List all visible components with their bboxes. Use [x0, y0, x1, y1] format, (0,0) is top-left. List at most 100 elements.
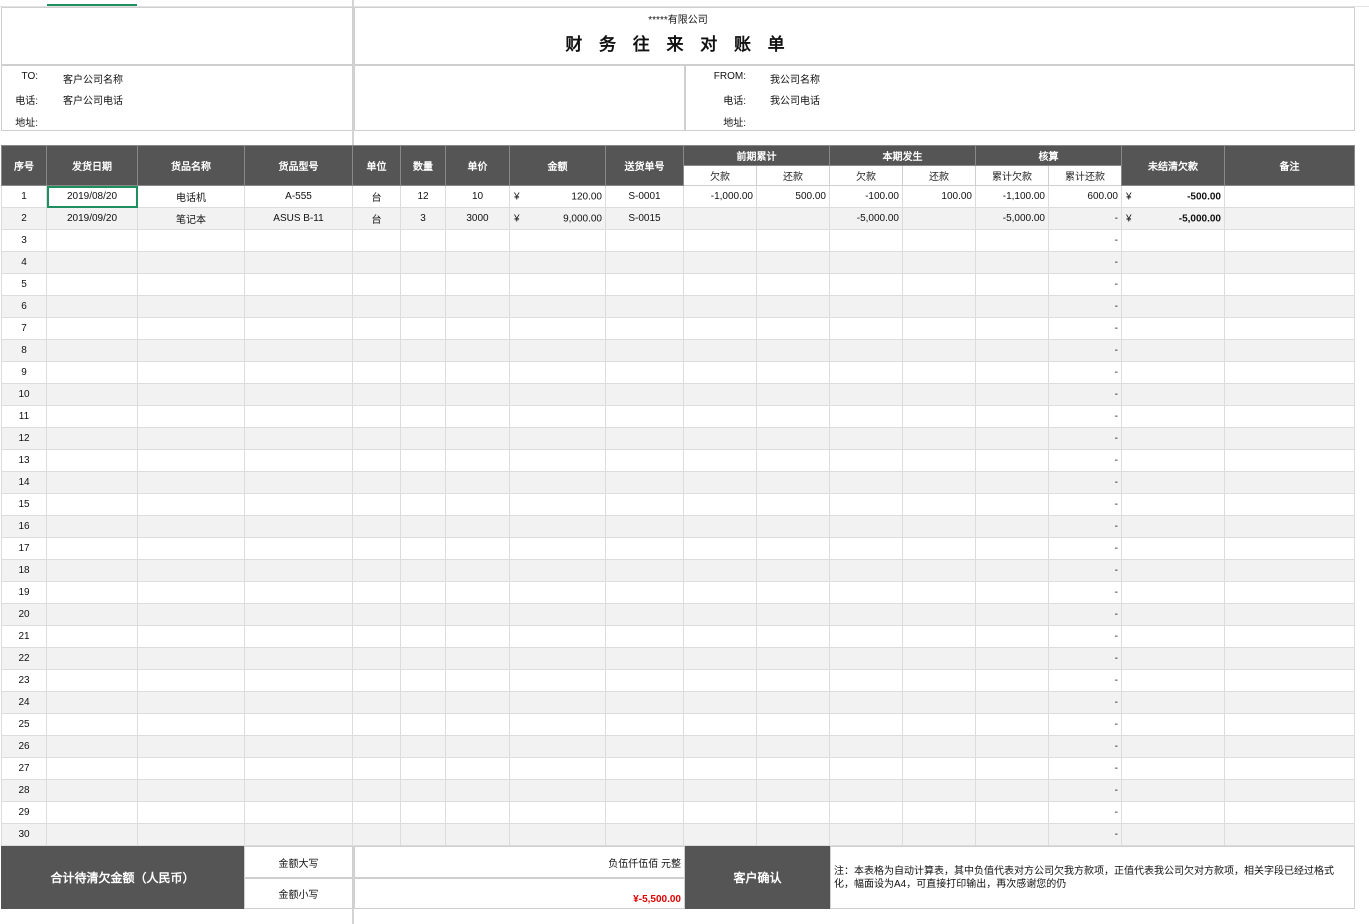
- cell-delivery-no[interactable]: [605, 559, 684, 582]
- cell-prev-pay[interactable]: [756, 339, 830, 362]
- cell-cur-owe[interactable]: [829, 735, 903, 758]
- cell-model[interactable]: [244, 537, 353, 560]
- cell-remark[interactable]: [1224, 779, 1355, 802]
- cell-name[interactable]: [137, 757, 245, 780]
- cell-outstanding[interactable]: [1121, 603, 1225, 626]
- cell-prev-pay[interactable]: [756, 823, 830, 846]
- cell-remark[interactable]: [1224, 713, 1355, 736]
- col-header-cur-pay[interactable]: 还款: [902, 165, 976, 186]
- cell-unit[interactable]: [352, 229, 401, 252]
- to-info-box[interactable]: [1, 65, 353, 131]
- cell-prev-pay[interactable]: [756, 207, 830, 230]
- cell-outstanding[interactable]: [1121, 405, 1225, 428]
- cell-delivery-no[interactable]: [605, 647, 684, 670]
- middle-info-box[interactable]: [354, 65, 685, 131]
- cell-prev-owe[interactable]: [683, 493, 757, 516]
- cell-date[interactable]: [46, 647, 138, 670]
- cell-qty[interactable]: [400, 295, 446, 318]
- cell-name[interactable]: [137, 603, 245, 626]
- cell-prev-pay[interactable]: [756, 691, 830, 714]
- cell-name[interactable]: [137, 361, 245, 384]
- cell-unit[interactable]: [352, 361, 401, 384]
- cell-name[interactable]: [137, 625, 245, 648]
- cell-cur-pay[interactable]: [902, 713, 976, 736]
- cell-seq[interactable]: 28: [1, 779, 47, 802]
- cell-prev-pay[interactable]: [756, 581, 830, 604]
- cell-cur-pay[interactable]: [902, 405, 976, 428]
- cell-model[interactable]: [244, 757, 353, 780]
- cell-price[interactable]: [445, 383, 510, 406]
- cell-name[interactable]: [137, 713, 245, 736]
- cell-prev-owe[interactable]: [683, 669, 757, 692]
- cell-cur-pay[interactable]: [902, 317, 976, 340]
- cell-amount[interactable]: [509, 537, 606, 560]
- cell-price[interactable]: [445, 361, 510, 384]
- cell-seq[interactable]: 2: [1, 207, 47, 230]
- cell-prev-pay[interactable]: [756, 427, 830, 450]
- cell-qty[interactable]: [400, 273, 446, 296]
- cell-name[interactable]: [137, 801, 245, 824]
- cell-cur-owe[interactable]: -5,000.00: [829, 207, 903, 230]
- cell-seq[interactable]: 26: [1, 735, 47, 758]
- cell-seq[interactable]: 23: [1, 669, 47, 692]
- cell-remark[interactable]: [1224, 295, 1355, 318]
- cell-delivery-no[interactable]: [605, 801, 684, 824]
- cell-remark[interactable]: [1224, 361, 1355, 384]
- cell-prev-owe[interactable]: [683, 273, 757, 296]
- col-header-seq[interactable]: 序号: [1, 145, 47, 186]
- cell-seq[interactable]: 29: [1, 801, 47, 824]
- cell-outstanding[interactable]: [1121, 361, 1225, 384]
- cell-model[interactable]: [244, 383, 353, 406]
- cell-outstanding[interactable]: [1121, 559, 1225, 582]
- cell-check-owe[interactable]: [975, 779, 1049, 802]
- cell-amount[interactable]: [509, 405, 606, 428]
- cell-amount[interactable]: [509, 295, 606, 318]
- cell-outstanding[interactable]: ¥ -500.00: [1121, 185, 1225, 208]
- cell-prev-pay[interactable]: [756, 713, 830, 736]
- cell-date[interactable]: [46, 273, 138, 296]
- cell-model[interactable]: [244, 317, 353, 340]
- cell-date[interactable]: [46, 823, 138, 846]
- cell-seq[interactable]: 24: [1, 691, 47, 714]
- cell-delivery-no[interactable]: [605, 273, 684, 296]
- cell-unit[interactable]: [352, 383, 401, 406]
- cell-outstanding[interactable]: [1121, 779, 1225, 802]
- col-header-model[interactable]: 货品型号: [244, 145, 353, 186]
- cell-check-pay[interactable]: -: [1048, 251, 1122, 274]
- cell-cur-owe[interactable]: [829, 823, 903, 846]
- cell-remark[interactable]: [1224, 515, 1355, 538]
- cell-qty[interactable]: [400, 515, 446, 538]
- cell-delivery-no[interactable]: [605, 405, 684, 428]
- cell-check-pay[interactable]: -: [1048, 537, 1122, 560]
- cell-prev-owe[interactable]: [683, 823, 757, 846]
- cell-check-owe[interactable]: -5,000.00: [975, 207, 1049, 230]
- cell-price[interactable]: [445, 471, 510, 494]
- cell-name[interactable]: [137, 515, 245, 538]
- cell-seq[interactable]: 9: [1, 361, 47, 384]
- cell-prev-owe[interactable]: [683, 361, 757, 384]
- cell-amount[interactable]: [509, 273, 606, 296]
- cell-seq[interactable]: 4: [1, 251, 47, 274]
- cell-qty[interactable]: [400, 471, 446, 494]
- cell-check-pay[interactable]: -: [1048, 207, 1122, 230]
- cell-model[interactable]: [244, 669, 353, 692]
- cell-check-pay[interactable]: -: [1048, 735, 1122, 758]
- cell-seq[interactable]: 16: [1, 515, 47, 538]
- cell-date[interactable]: 2019/09/20: [46, 207, 138, 230]
- cell-qty[interactable]: [400, 625, 446, 648]
- cell-cur-owe[interactable]: [829, 449, 903, 472]
- cell-cur-pay[interactable]: [902, 251, 976, 274]
- cell-qty[interactable]: [400, 735, 446, 758]
- cell-model[interactable]: [244, 559, 353, 582]
- cell-check-owe[interactable]: [975, 493, 1049, 516]
- cell-check-owe[interactable]: [975, 251, 1049, 274]
- cell-unit[interactable]: [352, 823, 401, 846]
- cell-cur-pay[interactable]: [902, 581, 976, 604]
- cell-outstanding[interactable]: [1121, 471, 1225, 494]
- cell-date[interactable]: [46, 581, 138, 604]
- cell-prev-owe[interactable]: [683, 251, 757, 274]
- cell-prev-owe[interactable]: [683, 581, 757, 604]
- cell-check-pay[interactable]: -: [1048, 669, 1122, 692]
- cell-cur-pay[interactable]: [902, 515, 976, 538]
- cell-model[interactable]: [244, 295, 353, 318]
